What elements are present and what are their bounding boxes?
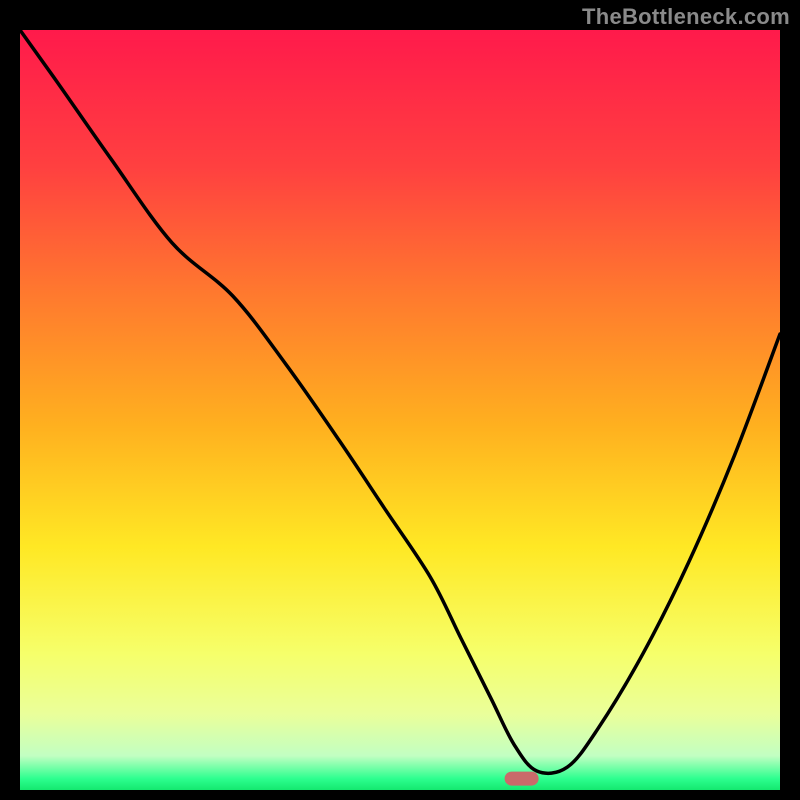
gradient-background: [20, 30, 780, 790]
chart-frame: TheBottleneck.com: [0, 0, 800, 800]
optimal-marker: [505, 772, 539, 786]
chart-svg: [20, 30, 780, 790]
plot-area: [20, 30, 780, 790]
watermark-text: TheBottleneck.com: [582, 4, 790, 30]
